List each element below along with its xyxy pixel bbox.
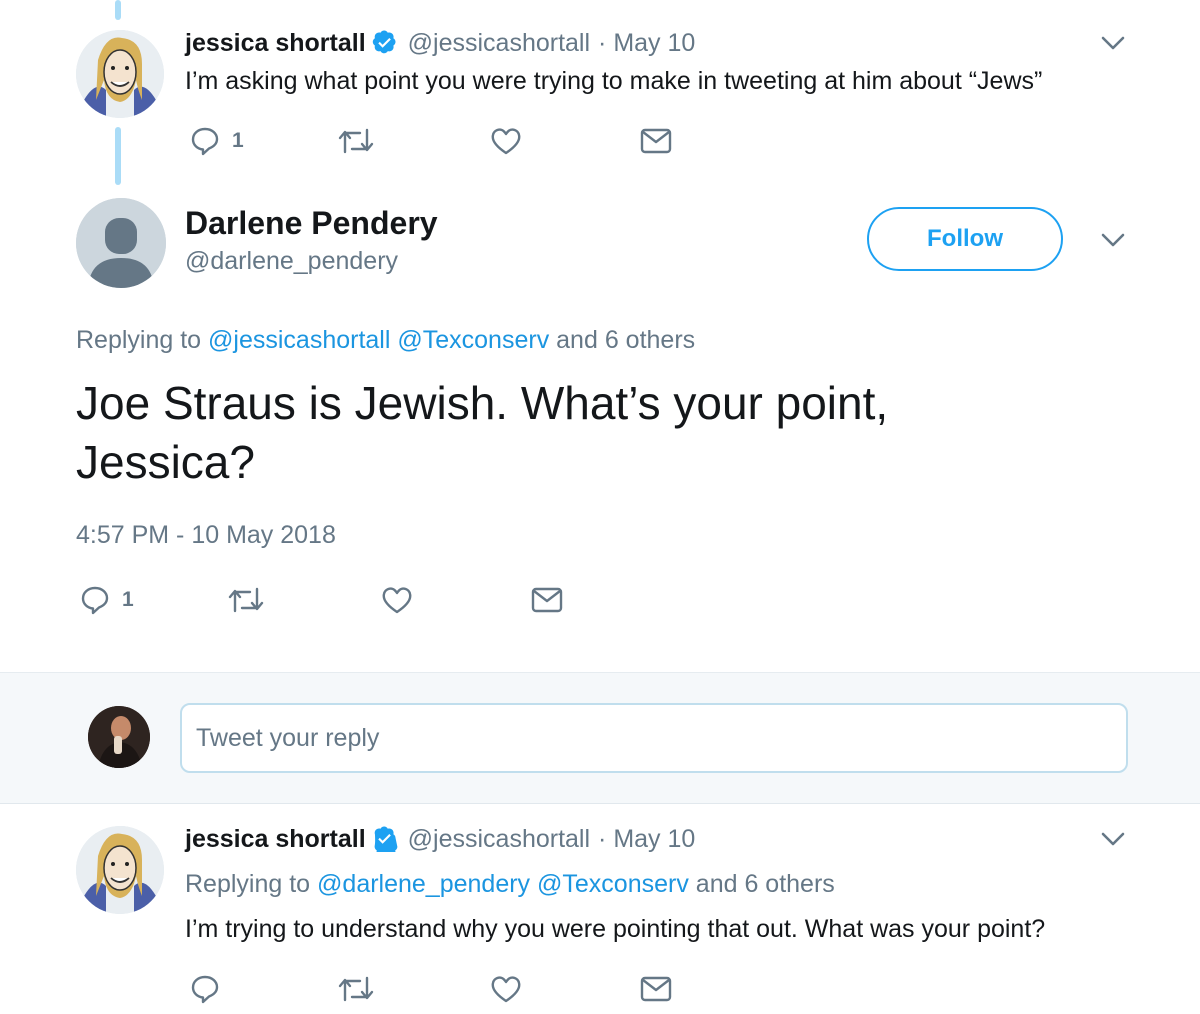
message-icon: [531, 587, 563, 613]
replying-prefix: Replying to: [185, 870, 311, 898]
retweet-button[interactable]: [338, 126, 374, 156]
tweet1-header: jessica shortall @jessicashortall · May …: [185, 26, 695, 60]
chevron-down-icon[interactable]: [1100, 830, 1126, 853]
current-user-avatar[interactable]: [88, 706, 150, 768]
message-button[interactable]: [640, 976, 672, 1002]
tweet3-date[interactable]: · May 10: [598, 822, 695, 856]
like-button[interactable]: [381, 585, 413, 615]
reply-count: 1: [232, 129, 244, 152]
retweet-icon: [338, 128, 374, 154]
tweet1-date[interactable]: · May 10: [598, 26, 695, 60]
replying-others[interactable]: and 6 others: [696, 870, 835, 898]
reply-button[interactable]: 1: [80, 585, 134, 615]
avatar-jessica[interactable]: [76, 30, 164, 118]
retweet-button[interactable]: [338, 974, 374, 1004]
reply-count: 1: [122, 588, 134, 611]
like-icon: [382, 587, 412, 614]
main-handle[interactable]: @darlene_pendery: [185, 245, 398, 277]
tweet-reply-input[interactable]: Tweet your reply: [180, 703, 1128, 773]
user-photo: [88, 706, 150, 768]
tweet3-handle[interactable]: @jessicashortall: [408, 822, 590, 856]
default-avatar-icon: [76, 198, 166, 288]
verified-badge-icon: [372, 30, 398, 56]
mention-jessicashortall[interactable]: @jessicashortall: [208, 326, 390, 354]
main-tweet-text: Joe Straus is Jewish. What’s your point,…: [76, 377, 889, 488]
tweet3-header: jessica shortall @jessicashortall · May …: [185, 822, 695, 856]
like-button[interactable]: [490, 126, 522, 156]
mention-darlene-pendery[interactable]: @darlene_pendery: [317, 870, 530, 898]
avatar-illustration: [76, 30, 164, 118]
tweet3-display-name[interactable]: jessica shortall: [185, 822, 366, 856]
verified-badge-icon: [372, 826, 398, 852]
chevron-down-icon[interactable]: [1100, 34, 1126, 57]
reply-button[interactable]: 1: [190, 126, 244, 156]
tweet3-text: I’m trying to understand why you were po…: [185, 915, 1046, 943]
replying-prefix: Replying to: [76, 326, 202, 354]
main-timestamp[interactable]: 4:57 PM - 10 May 2018: [76, 518, 336, 552]
reply-icon: [191, 975, 219, 1004]
like-icon: [491, 976, 521, 1003]
avatar-illustration: [76, 826, 164, 914]
retweet-button[interactable]: [228, 585, 264, 615]
message-icon: [640, 976, 672, 1002]
mention-texconserv[interactable]: @Texconserv: [537, 870, 689, 898]
message-icon: [640, 128, 672, 154]
main-replying-to: Replying to @jessicashortall @Texconserv…: [76, 323, 695, 357]
replying-others[interactable]: and 6 others: [556, 326, 695, 354]
tweet1-display-name[interactable]: jessica shortall: [185, 26, 366, 60]
follow-button[interactable]: Follow: [867, 207, 1063, 271]
avatar-darlene[interactable]: [76, 198, 166, 288]
mention-texconserv[interactable]: @Texconserv: [397, 326, 549, 354]
message-button[interactable]: [531, 587, 563, 613]
reply-icon: [191, 127, 219, 156]
tweet1-handle[interactable]: @jessicashortall: [408, 26, 590, 60]
avatar-jessica[interactable]: [76, 826, 164, 914]
thread-line-middle: [115, 127, 121, 185]
reply-icon: [81, 586, 109, 615]
chevron-down-icon[interactable]: [1100, 231, 1126, 254]
main-display-name[interactable]: Darlene Pendery: [185, 203, 438, 243]
like-icon: [491, 128, 521, 155]
reply-button[interactable]: [190, 974, 220, 1004]
tweet3-replying-to: Replying to @darlene_pendery @Texconserv…: [185, 867, 835, 901]
like-button[interactable]: [490, 974, 522, 1004]
tweet1-text: I’m asking what point you were trying to…: [185, 67, 1043, 95]
retweet-icon: [228, 587, 264, 613]
thread-line-top: [115, 0, 121, 20]
retweet-icon: [338, 976, 374, 1002]
message-button[interactable]: [640, 128, 672, 154]
